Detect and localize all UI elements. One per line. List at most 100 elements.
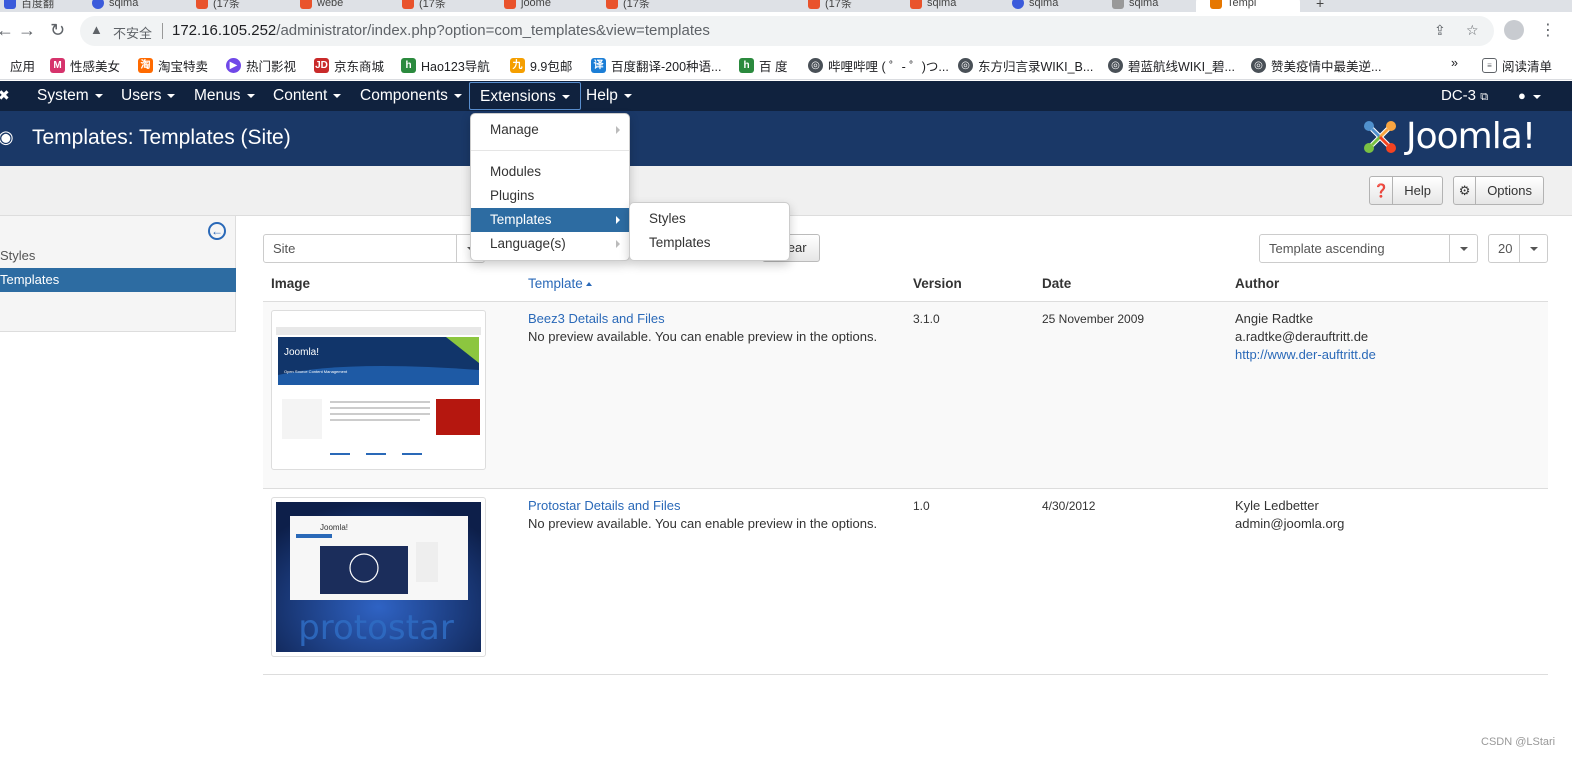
- browser-tab[interactable]: webe: [300, 0, 343, 12]
- globe-icon: [92, 0, 104, 9]
- limit-select[interactable]: 20: [1488, 234, 1548, 263]
- sidebar-item-templates[interactable]: Templates: [0, 268, 236, 292]
- bookmark[interactable]: 淘淘宝特卖: [138, 56, 208, 75]
- template-version: 3.1.0: [913, 312, 940, 326]
- menu-item-manage[interactable]: Manage: [471, 118, 629, 142]
- star-icon[interactable]: ☆: [1466, 22, 1479, 39]
- bookmark[interactable]: ◎ 碧蓝航线WIKI_碧...: [1108, 56, 1235, 75]
- template-thumbnail-protostar[interactable]: Joomla! protostar: [271, 497, 486, 657]
- bookmark-apps[interactable]: 应用: [10, 56, 35, 75]
- browser-tab-active[interactable]: Templ: [1196, 0, 1300, 12]
- browser-tab[interactable]: joome: [504, 0, 551, 12]
- address-bar[interactable]: ▲ 不安全 172.16.105.252/administrator/index…: [80, 16, 1494, 46]
- author-url-link[interactable]: http://www.der-auftritt.de: [1235, 346, 1376, 364]
- url-text[interactable]: 172.16.105.252/administrator/index.php?o…: [172, 22, 710, 39]
- bookmark[interactable]: JD 京东商城: [314, 56, 384, 75]
- bookmark[interactable]: ◎ 哔哩哔哩 ( ゜- ゜)つ...: [808, 56, 949, 75]
- preview-note: No preview available. You can enable pre…: [528, 516, 878, 531]
- bookmark[interactable]: h百 度: [739, 56, 787, 75]
- author-email: admin@joomla.org: [1235, 516, 1345, 531]
- menu-components[interactable]: Components: [350, 81, 472, 111]
- menu-content[interactable]: Content: [263, 81, 351, 111]
- author-name: Angie Radtke: [1235, 311, 1314, 326]
- reading-list-button[interactable]: ≡ 阅读清单: [1482, 56, 1552, 75]
- browser-tab[interactable]: sqlma: [1112, 0, 1158, 12]
- joomla-logo-text: Joomla!: [1406, 116, 1536, 157]
- browser-tab[interactable]: (17条: [606, 0, 650, 12]
- browser-tab[interactable]: (17条: [808, 0, 852, 12]
- bookmark[interactable]: 九 9.9包邮: [510, 56, 572, 75]
- menu-divider: [471, 150, 629, 151]
- reading-list-icon: ≡: [1482, 58, 1497, 73]
- caret-down-icon: [246, 93, 255, 98]
- browser-tab[interactable]: sqlma: [910, 0, 956, 12]
- menu-users[interactable]: Users: [111, 81, 185, 111]
- page-title: Templates: Templates (Site): [32, 126, 291, 149]
- author-name: Kyle Ledbetter: [1235, 498, 1319, 513]
- template-link-beez3[interactable]: Beez3 Details and Files: [528, 310, 665, 328]
- options-button[interactable]: ⚙ Options: [1453, 176, 1544, 205]
- bookmark[interactable]: ▶ 热门影视: [226, 56, 296, 75]
- back-icon[interactable]: ←: [0, 20, 14, 40]
- menu-extensions[interactable]: Extensions: [469, 82, 581, 110]
- kebab-menu-icon[interactable]: ⋮: [1540, 20, 1556, 40]
- eye-icon: ◉: [0, 127, 14, 147]
- collapse-sidebar-icon[interactable]: ←: [208, 222, 226, 240]
- sidebar-item-styles[interactable]: Styles: [0, 244, 236, 268]
- bookmark[interactable]: h Hao123导航: [401, 56, 490, 75]
- chevron-right-icon: [616, 240, 620, 248]
- help-button[interactable]: ❓ Help: [1369, 176, 1443, 205]
- column-header-author: Author: [1235, 276, 1280, 291]
- caret-down-icon: [623, 93, 632, 98]
- column-header-template[interactable]: Template: [528, 276, 592, 291]
- caret-down-icon: [167, 93, 176, 98]
- submenu-item-styles[interactable]: Styles: [630, 207, 789, 231]
- bookmark[interactable]: ◎ 东方归言录WIKI_B...: [958, 56, 1093, 75]
- template-thumbnail-beez3[interactable]: Joomla! Open Source Content Management: [271, 310, 486, 470]
- caret-down-icon: [453, 93, 462, 98]
- more-bookmarks-button[interactable]: »: [1451, 56, 1458, 70]
- browser-tab[interactable]: sqlma: [1012, 0, 1058, 12]
- caret-down-icon: [561, 94, 570, 99]
- template-link-protostar[interactable]: Protostar Details and Files: [528, 497, 680, 515]
- globe-icon: ◎: [1108, 58, 1123, 73]
- menu-system[interactable]: System: [27, 81, 113, 111]
- column-header-image: Image: [271, 276, 311, 291]
- browser-tab[interactable]: sqlma: [92, 0, 138, 12]
- template-date: 25 November 2009: [1042, 312, 1145, 326]
- menu-menus[interactable]: Menus: [184, 81, 265, 111]
- bookmark[interactable]: M 性感美女: [50, 56, 120, 75]
- extensions-dropdown-menu: Manage Modules Plugins Templates Languag…: [470, 113, 630, 261]
- forward-icon[interactable]: →: [18, 20, 36, 40]
- url-host: 172.16.105.252: [172, 22, 277, 39]
- joomla-small-logo-icon[interactable]: ✖: [0, 87, 14, 103]
- browser-tab[interactable]: (17条: [402, 0, 446, 12]
- browser-tab[interactable]: 百度翻: [4, 0, 54, 12]
- ordering-select[interactable]: Template ascending: [1259, 234, 1478, 263]
- menu-help[interactable]: Help: [576, 81, 642, 111]
- share-icon[interactable]: ⇪: [1434, 22, 1446, 39]
- caret-down-icon: [333, 93, 342, 98]
- reload-icon[interactable]: ↻: [50, 20, 65, 40]
- insecure-label[interactable]: 不安全: [113, 23, 152, 42]
- bookmark[interactable]: ◎ 赞美疫情中最美逆...: [1251, 56, 1381, 75]
- menu-item-languages[interactable]: Language(s): [471, 232, 629, 256]
- coupon-icon: 九: [510, 58, 525, 73]
- browser-tab[interactable]: (17条: [196, 0, 240, 12]
- submenu-item-templates[interactable]: Templates: [630, 231, 789, 255]
- globe-icon: [1012, 0, 1024, 9]
- sidebar: ← Styles Templates: [0, 216, 236, 332]
- menu-item-plugins[interactable]: Plugins: [471, 184, 629, 208]
- warning-icon: ▲: [90, 22, 103, 37]
- template-date: 4/30/2012: [1042, 499, 1096, 513]
- client-select[interactable]: Site: [263, 234, 485, 263]
- csdn-icon: [808, 0, 820, 9]
- site-link[interactable]: DC-3 ⧉: [1441, 81, 1488, 111]
- menu-item-modules[interactable]: Modules: [471, 160, 629, 184]
- baidu-icon: [4, 0, 16, 9]
- bookmark[interactable]: 译百度翻译-200种语...: [591, 56, 721, 75]
- profile-avatar-icon[interactable]: [1504, 20, 1524, 40]
- new-tab-button[interactable]: +: [1316, 0, 1324, 12]
- user-menu[interactable]: ●: [1518, 81, 1542, 111]
- menu-item-templates[interactable]: Templates: [471, 208, 629, 232]
